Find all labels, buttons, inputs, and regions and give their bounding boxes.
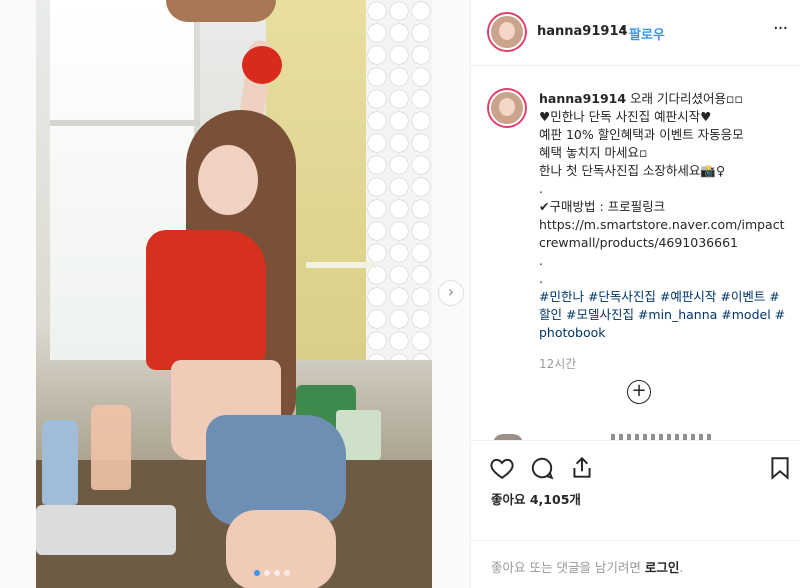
share-icon[interactable] (569, 455, 595, 481)
photo-model (146, 38, 346, 588)
login-prompt: 좋아요 또는 댓글을 남기려면 로그인. (491, 557, 683, 576)
load-more-comments-button[interactable]: + (627, 380, 651, 404)
caption-line: 한나 첫 단독사진집 소장하세요📸♀ (539, 163, 726, 178)
caption-line: ♥민한나 단독 사진집 예판시작♥ (539, 109, 712, 124)
caption-text: hanna91914 오래 기다리셨어용▫▫ ♥민한나 단독 사진집 예판시작♥… (539, 90, 789, 342)
caption-link[interactable]: https://m.smartstore.naver.com/impactcre… (539, 216, 789, 252)
carousel-next-button[interactable]: › (438, 280, 464, 306)
caption-line: . (539, 181, 543, 196)
caption-username[interactable]: hanna91914 (539, 91, 626, 106)
login-link[interactable]: 로그인 (645, 560, 680, 575)
carousel-dot (264, 570, 270, 576)
caption-line: . (539, 253, 543, 268)
carousel-dot (284, 570, 290, 576)
header-separator: • (619, 22, 627, 37)
bookmark-icon[interactable] (767, 455, 793, 481)
avatar[interactable] (489, 14, 525, 50)
photo-bottle-blue (42, 420, 78, 505)
action-bar: 좋아요 4,105개 (471, 440, 800, 530)
caption-line: 오래 기다리셨어용▫▫ (630, 91, 743, 106)
caption-line: ✔구매방법 : 프로필링크 (539, 199, 666, 214)
caption-hashtags[interactable]: #민한나 #단독사진집 #예판시작 #이벤트 #할인 #모델사진집 #min_h… (539, 288, 789, 342)
page-background (0, 0, 36, 588)
photo-lamp (166, 0, 276, 22)
follow-button[interactable]: 팔로우 (629, 24, 665, 43)
header-username[interactable]: hanna91914 (537, 24, 628, 39)
carousel-dot (254, 570, 260, 576)
apple-illustration (242, 46, 282, 84)
caption-line: . (539, 271, 543, 286)
likes-count[interactable]: 좋아요 4,105개 (491, 489, 581, 508)
login-prompt-suffix: . (679, 560, 684, 575)
caption-line: 혜택 놓치지 마세요▫ (539, 145, 648, 160)
more-options-icon[interactable]: ··· (773, 18, 788, 39)
caption-avatar[interactable] (489, 90, 525, 126)
post-side-panel: hanna91914 • 팔로우 ··· hanna91914 오래 기다리셨어… (470, 0, 800, 588)
login-prompt-text: 좋아요 또는 댓글을 남기려면 (491, 560, 645, 575)
post-header: hanna91914 • 팔로우 ··· (471, 0, 800, 66)
carousel-dot (274, 570, 280, 576)
caption-section: hanna91914 오래 기다리셨어용▫▫ ♥민한나 단독 사진집 예판시작♥… (471, 80, 800, 430)
photo-tiles (366, 0, 432, 360)
post-timestamp: 12시간 (539, 357, 577, 371)
comment-icon[interactable] (529, 455, 555, 481)
post-photo[interactable] (36, 0, 432, 588)
photo-bottle (91, 405, 131, 490)
heart-icon[interactable] (489, 455, 515, 481)
login-prompt-bar: 좋아요 또는 댓글을 남기려면 로그인. (471, 540, 800, 588)
carousel-dots (254, 570, 290, 576)
caption-line: 예판 10% 할인혜택과 이벤트 자동응모 (539, 127, 744, 142)
